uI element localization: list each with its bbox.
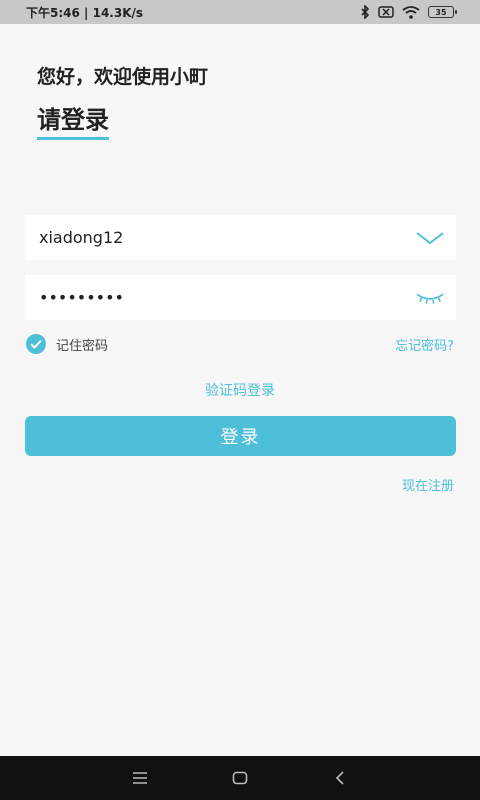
back-icon[interactable] (325, 763, 355, 793)
code-login-label[interactable]: 验证码登录 (205, 383, 275, 399)
greeting-text: 您好，欢迎使用小町 (37, 66, 209, 88)
bluetooth-icon (360, 5, 370, 19)
username-field[interactable] (25, 215, 456, 260)
wifi-icon (402, 5, 420, 19)
login-button[interactable]: 登录 (25, 416, 456, 456)
page-title: 请登录 (37, 100, 109, 140)
password-field[interactable] (25, 275, 456, 320)
status-right: 35 (360, 5, 457, 19)
code-login-link[interactable]: 验证码登录 (0, 380, 480, 400)
chevron-down-icon[interactable] (414, 225, 446, 250)
eye-closed-icon[interactable] (414, 285, 446, 310)
remember-label: 记住密码 (56, 338, 109, 354)
menu-icon[interactable] (125, 763, 155, 793)
check-circle-icon[interactable] (26, 334, 46, 354)
battery-icon: 35 (428, 6, 457, 18)
status-bar: 下午5:46 | 14.3K/s 35 (0, 0, 480, 24)
status-left: 下午5:46 | 14.3K/s (26, 5, 144, 20)
battery-level: 35 (435, 7, 447, 17)
forgot-password-link[interactable]: 忘记密码? (395, 335, 454, 354)
network-speed: 14.3K/s (92, 5, 144, 20)
status-time: 下午5:46 (26, 5, 80, 20)
home-icon[interactable] (225, 763, 255, 793)
register-link[interactable]: 现在注册 (402, 475, 454, 494)
remember-password[interactable]: 记住密码 (26, 334, 108, 354)
sim-off-icon (378, 6, 394, 18)
password-input[interactable] (37, 287, 444, 308)
username-input[interactable] (37, 227, 444, 248)
system-nav-bar (0, 756, 480, 800)
